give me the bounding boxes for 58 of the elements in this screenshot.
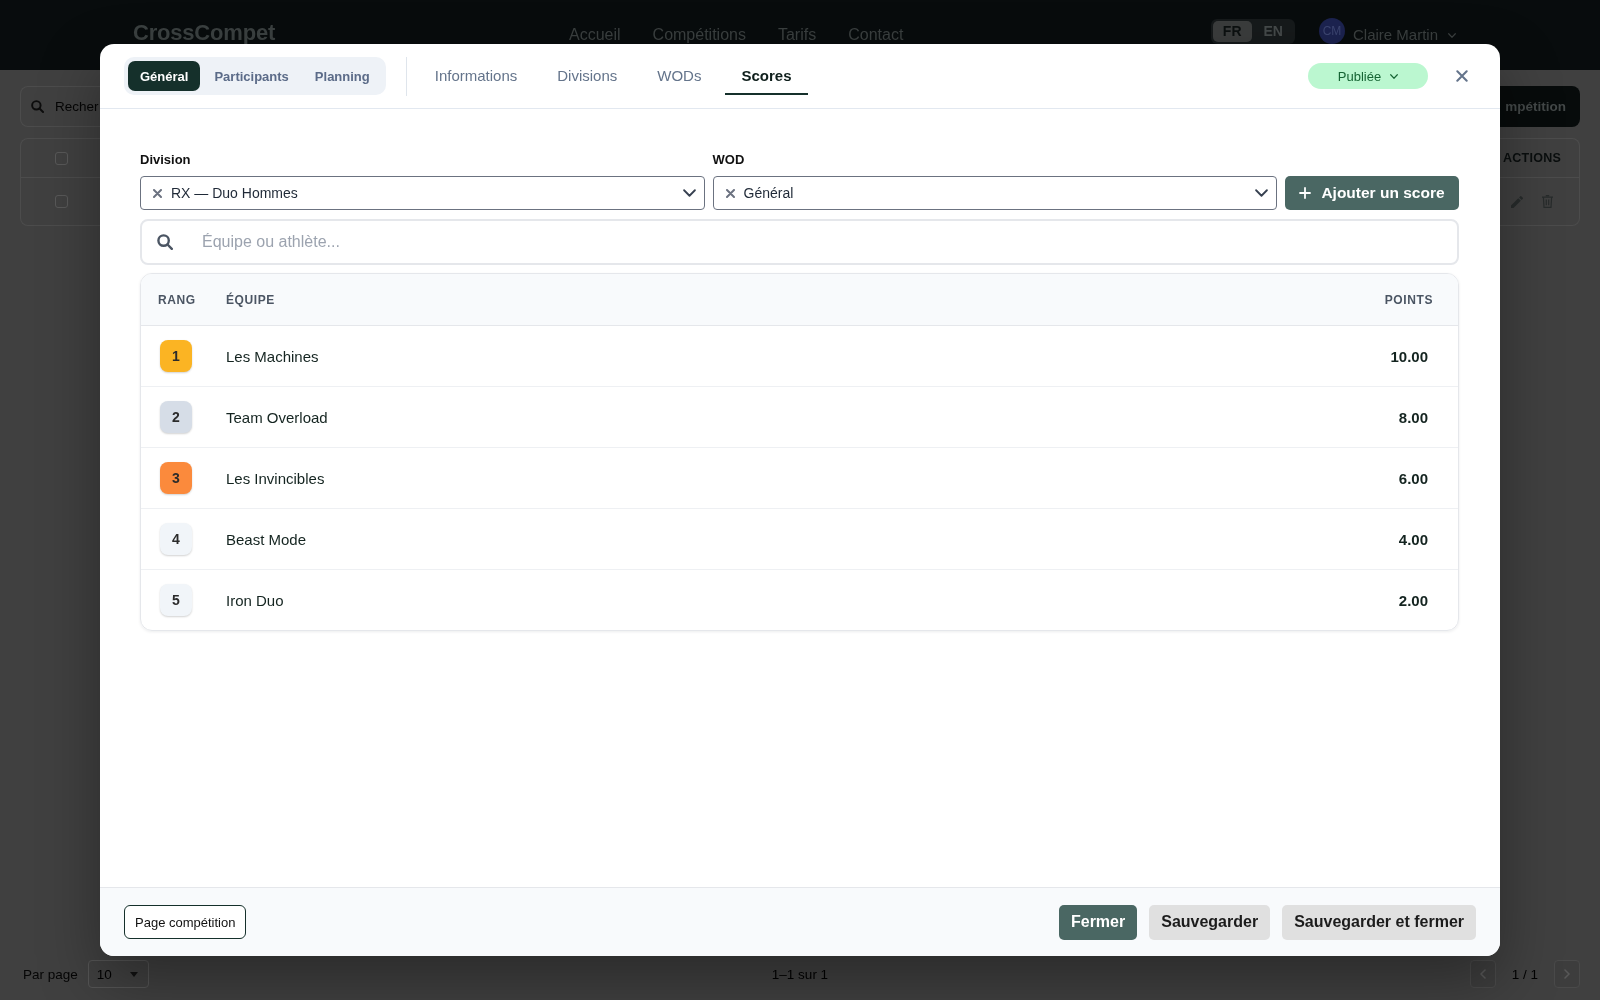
column-header: ÉQUIPE xyxy=(226,292,275,307)
team-name: Iron Duo xyxy=(226,591,284,609)
search-icon xyxy=(157,234,173,250)
plus-icon xyxy=(1299,187,1312,199)
points-value: 10.00 xyxy=(1390,347,1428,365)
trash-icon[interactable] xyxy=(1542,195,1553,208)
rank-badge: 5 xyxy=(160,584,192,616)
pencil-icon[interactable] xyxy=(1511,195,1523,208)
view-tab[interactable]: Participants xyxy=(202,61,301,91)
save-button[interactable]: Sauvegarder et fermer xyxy=(1282,904,1476,940)
add-score-button[interactable]: Ajouter un score xyxy=(1285,176,1459,210)
team-name: Team Overload xyxy=(226,408,328,426)
chevron-right-icon xyxy=(1564,969,1570,979)
per-page-label: Par page xyxy=(23,966,78,982)
team-name: Les Invincibles xyxy=(226,469,325,487)
points-value: 4.00 xyxy=(1398,530,1428,548)
chevron-down-icon xyxy=(1255,189,1268,197)
team-name: Beast Mode xyxy=(226,530,307,548)
rank-badge: 2 xyxy=(160,401,192,433)
competition-page-button[interactable]: Page compétition xyxy=(124,905,247,939)
status-dropdown[interactable]: Publiée xyxy=(1308,63,1428,89)
clear-icon[interactable] xyxy=(153,188,162,198)
chevron-left-icon xyxy=(1479,969,1486,979)
checkbox[interactable] xyxy=(55,195,68,208)
rank-badge: 4 xyxy=(160,523,192,555)
filter-select[interactable]: Général xyxy=(712,176,1277,210)
chevron-down-icon[interactable] xyxy=(1448,33,1456,38)
view-tab[interactable]: Planning xyxy=(302,61,382,91)
next-page-button[interactable] xyxy=(1554,960,1580,988)
field-label: WOD xyxy=(712,152,745,168)
section-tab[interactable]: WODs xyxy=(641,57,718,95)
chevron-down-icon xyxy=(682,189,696,197)
points-value: 8.00 xyxy=(1398,408,1428,426)
filter-select[interactable]: RX — Duo Hommes xyxy=(140,176,705,210)
section-tab[interactable]: Informations xyxy=(418,57,534,95)
points-value: 2.00 xyxy=(1398,591,1428,609)
close-dialog-button[interactable]: Fermer xyxy=(1058,904,1138,940)
rank-badge: 1 xyxy=(160,340,192,372)
chevron-down-icon xyxy=(1390,73,1399,79)
checkbox[interactable] xyxy=(55,151,68,165)
search-field[interactable]: Recher xyxy=(20,86,100,127)
rank-badge: 3 xyxy=(160,462,192,494)
section-tab[interactable]: Scores xyxy=(725,57,808,95)
section-tab[interactable]: Divisions xyxy=(541,57,634,95)
close-button[interactable] xyxy=(1456,70,1468,82)
caret-down-icon xyxy=(129,971,138,977)
team-name: Les Machines xyxy=(226,347,319,365)
search-icon xyxy=(31,100,44,113)
clear-icon[interactable] xyxy=(725,188,735,198)
previous-page-button[interactable] xyxy=(1469,960,1496,988)
points-value: 6.00 xyxy=(1398,469,1428,487)
field-label: Division xyxy=(140,152,191,168)
page-indicator: 1 / 1 xyxy=(1511,966,1538,982)
save-button[interactable]: Sauvegarder xyxy=(1149,904,1271,940)
column-header: POINTS xyxy=(1384,292,1433,307)
view-tab[interactable]: Général xyxy=(128,61,201,91)
column-header: RANG xyxy=(158,292,196,307)
close-icon xyxy=(1456,70,1468,82)
